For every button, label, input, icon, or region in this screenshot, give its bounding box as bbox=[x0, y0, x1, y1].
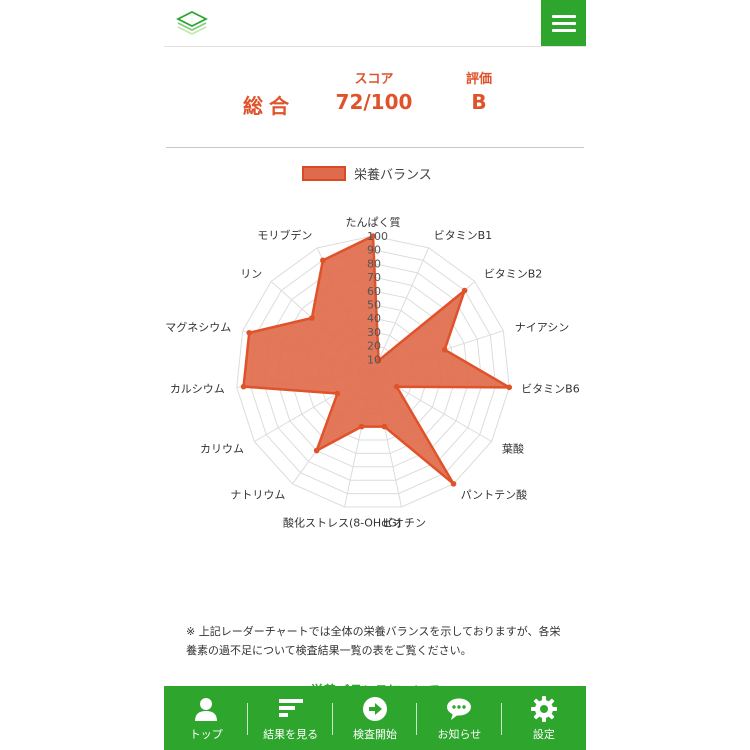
chart-note: ※ 上記レーダーチャートでは全体の栄養バランスを示しておりますが、各栄養素の過不… bbox=[186, 625, 561, 657]
category-label: 葉酸 bbox=[502, 442, 524, 456]
app-screen: 総合 スコア 72/100 評価 B 栄養バランス 10 20 30 40 50 60 70… bbox=[164, 0, 586, 750]
legend-label: 栄養バランス bbox=[354, 167, 432, 183]
category-label: カリウム bbox=[200, 443, 244, 456]
tick-label: 10 bbox=[367, 353, 381, 366]
tick-label: 70 bbox=[367, 271, 381, 284]
grade-heading: 評価 bbox=[465, 72, 492, 87]
data-point bbox=[334, 390, 341, 397]
category-label: ビタミンB6 bbox=[521, 383, 580, 396]
bottom-tab-bar: トップ 結果を見る 検査開始 お知らせ 設定 bbox=[164, 686, 586, 750]
tab-results[interactable]: 結果を見る bbox=[248, 686, 333, 750]
tab-settings-label: 設定 bbox=[532, 728, 555, 741]
score-heading: スコア bbox=[354, 72, 394, 87]
data-point bbox=[240, 383, 247, 390]
category-label: ビタミンB2 bbox=[484, 267, 543, 280]
data-point bbox=[393, 383, 400, 390]
tab-news[interactable]: お知らせ bbox=[417, 686, 502, 750]
menu-button[interactable] bbox=[541, 0, 586, 46]
tick-label: 20 bbox=[367, 340, 381, 353]
tab-start-test-label: 検査開始 bbox=[353, 728, 398, 741]
tab-top-label: トップ bbox=[189, 728, 223, 741]
divider bbox=[166, 147, 584, 148]
tab-start-test[interactable]: 検査開始 bbox=[333, 686, 418, 750]
data-point bbox=[461, 287, 468, 294]
data-point bbox=[358, 423, 365, 430]
category-label: モリブデン bbox=[257, 228, 312, 242]
overall-label: 総合 bbox=[243, 94, 295, 118]
data-point bbox=[506, 384, 513, 391]
category-label: ナトリウム bbox=[230, 489, 285, 502]
speech-bubble-icon bbox=[447, 698, 472, 720]
tab-news-label: お知らせ bbox=[437, 728, 482, 741]
radar-chart: 102030405060708090100たんぱく質ビタミンB1 ビタミンB2 ナイ… bbox=[165, 215, 580, 530]
tab-results-label: 結果を見る bbox=[263, 728, 319, 741]
tick-label: 90 bbox=[367, 244, 381, 257]
tab-top[interactable]: トップ bbox=[164, 686, 249, 750]
data-point bbox=[320, 257, 326, 264]
data-point bbox=[246, 329, 253, 336]
category-label: パントテン酸 bbox=[461, 488, 528, 502]
tick-label: 80 bbox=[367, 257, 381, 270]
bar-list-icon bbox=[278, 699, 303, 717]
user-icon bbox=[195, 698, 218, 721]
category-label: ビタミンB1 bbox=[434, 229, 493, 242]
data-point bbox=[313, 447, 320, 454]
header bbox=[164, 0, 586, 47]
hamburger-menu-icon bbox=[552, 15, 576, 18]
chart-legend[interactable]: 栄養バランス bbox=[302, 163, 432, 183]
data-point bbox=[381, 423, 388, 430]
stack-layers-icon[interactable] bbox=[176, 9, 208, 37]
category-label: リン bbox=[240, 267, 262, 280]
gear-icon bbox=[530, 696, 557, 722]
data-point bbox=[309, 315, 315, 321]
data-point bbox=[441, 346, 448, 353]
category-label: たんぱく質 bbox=[346, 215, 401, 229]
arrow-circle-icon bbox=[363, 697, 388, 721]
grade-value: B bbox=[471, 90, 487, 114]
category-label: ナイアシン bbox=[515, 321, 570, 334]
tick-label: 100 bbox=[367, 230, 388, 243]
tick-label: 40 bbox=[367, 312, 381, 325]
category-label: マグネシウム bbox=[165, 320, 231, 334]
score-value: 72/100 bbox=[335, 90, 413, 114]
tick-label: 50 bbox=[367, 299, 381, 312]
score-summary: 総合 スコア 72/100 評価 B bbox=[164, 46, 586, 148]
legend-swatch bbox=[302, 165, 346, 181]
tick-label: 60 bbox=[367, 285, 381, 298]
category-label: 酸化ストレス(8-OHdG) bbox=[283, 516, 401, 530]
data-point bbox=[450, 481, 457, 487]
tick-label: 30 bbox=[367, 326, 381, 339]
category-label: カルシウム bbox=[170, 383, 225, 396]
tab-settings[interactable]: 設定 bbox=[502, 686, 586, 750]
